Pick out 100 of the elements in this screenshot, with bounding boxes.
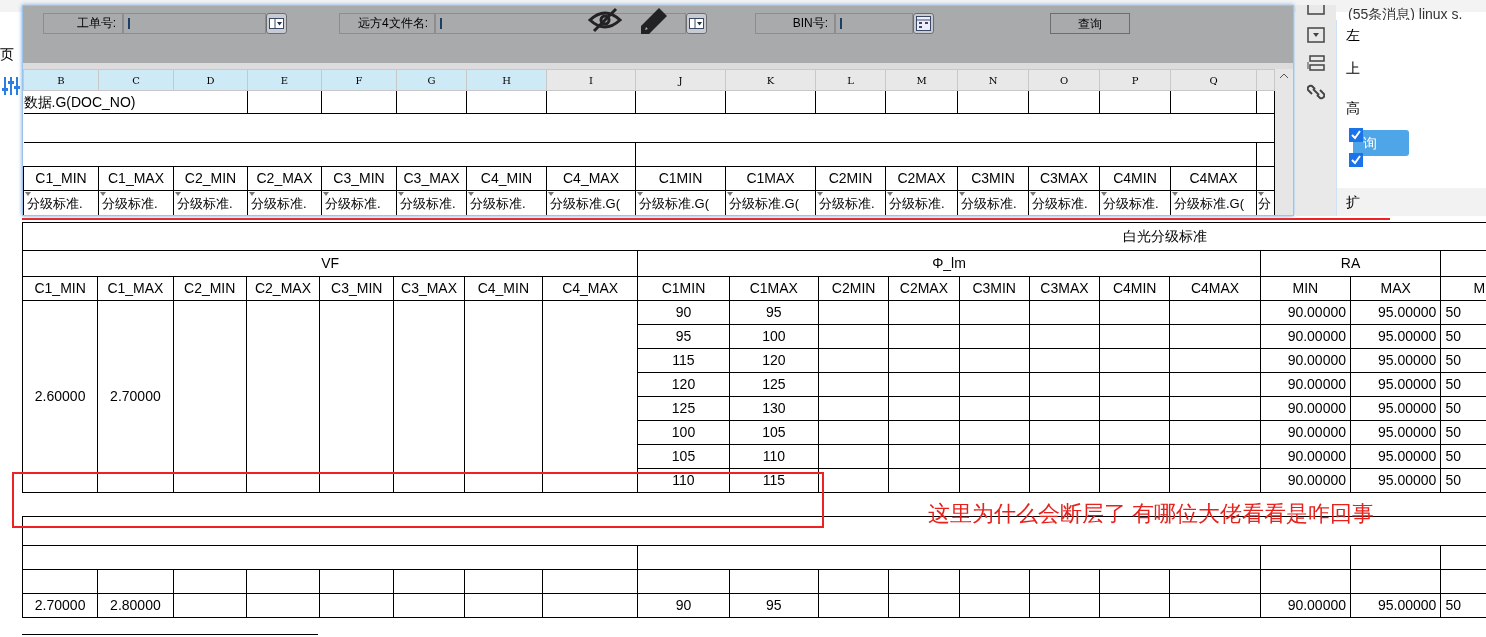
formula-text: 分级标准.G( [729, 195, 800, 211]
column-letter[interactable]: C [98, 69, 174, 91]
formula-text: 分级标准. [102, 195, 158, 211]
column-header: C2_MIN [173, 166, 248, 191]
column-header: C3MIN [957, 166, 1029, 191]
table-cell: 2.70000 [97, 300, 174, 493]
column-header: C1MIN [637, 276, 730, 301]
formula-text: 分级标准. [325, 195, 381, 211]
scrollbar[interactable] [1275, 69, 1293, 215]
column-header: C1_MAX [97, 276, 174, 301]
table-cell: 130 [729, 396, 819, 421]
table-cell: 95.00000 [1350, 444, 1441, 469]
formula-text: 分 [1258, 195, 1271, 211]
column-header: MIN [1260, 276, 1351, 301]
frame-icon[interactable] [1307, 5, 1325, 15]
query-button[interactable]: 查询 [1050, 13, 1130, 34]
column-header: C4_MIN [464, 276, 543, 301]
formula-text: 分级标准. [889, 195, 945, 211]
formula-text: 分级标准. [819, 195, 875, 211]
dropdown-button[interactable] [686, 13, 707, 34]
link-icon[interactable] [1307, 83, 1325, 101]
column-header: C4MAX [1169, 276, 1261, 301]
column-header: C2_MAX [247, 166, 322, 191]
column-letter[interactable]: Q [1170, 69, 1257, 91]
column-letter[interactable]: B [23, 69, 99, 91]
table-cell: 90.00000 [1260, 348, 1351, 373]
table-cell: 2.70000 [22, 593, 98, 618]
table-cell: 115 [637, 348, 730, 373]
layout-icon[interactable] [1307, 55, 1325, 71]
column-header: C1_MAX [98, 166, 174, 191]
sliders-icon[interactable] [2, 76, 20, 96]
pencil-icon[interactable] [639, 6, 669, 36]
table-cell: 2.80000 [97, 593, 174, 618]
formula-text: 分级标准. [1032, 195, 1088, 211]
column-header: C1_MIN [22, 276, 98, 301]
column-header: C3_MIN [319, 276, 394, 301]
column-header: C2MIN [818, 276, 889, 301]
table-cell: 90.00000 [1260, 468, 1351, 493]
table-cell: 95.00000 [1350, 348, 1441, 373]
table-cell: 95 [729, 300, 819, 325]
chevron-up-icon[interactable] [1279, 73, 1289, 79]
table-cell: 数据.G(DOC_NO) [23, 90, 248, 114]
column-letter[interactable]: H [466, 69, 547, 91]
nav-label: 页 [0, 45, 14, 64]
formula-text: 分级标准. [470, 195, 526, 211]
dropdown-button[interactable] [266, 13, 287, 34]
eye-slash-icon[interactable] [588, 7, 622, 33]
column-header: C4MIN [1099, 276, 1170, 301]
table-cell: 125 [637, 396, 730, 421]
column-letter[interactable]: G [396, 69, 467, 91]
column-letter[interactable]: F [321, 69, 397, 91]
calendar-button[interactable] [913, 13, 934, 34]
column-letter[interactable]: K [725, 69, 816, 91]
input-field[interactable] [123, 13, 266, 34]
formula-text: 分级标准. [961, 195, 1017, 211]
formula-text: 分级标准. [400, 195, 456, 211]
table-cell: 110 [637, 468, 730, 493]
column-letter[interactable]: N [957, 69, 1029, 91]
field-label: 远方4文件名: [339, 13, 435, 34]
column-header: C4MAX [1170, 166, 1257, 191]
table-cell: 120 [729, 348, 819, 373]
column-header: C3MIN [959, 276, 1030, 301]
column-letter[interactable]: L [815, 69, 886, 91]
field-label: BIN号: [755, 13, 835, 34]
column-letter[interactable]: P [1099, 69, 1171, 91]
report-title: 白光分级标准 [1122, 227, 1207, 246]
column-letter[interactable]: D [173, 69, 248, 91]
column-header: C3_MAX [396, 166, 467, 191]
table-cell: 90.00000 [1260, 300, 1351, 325]
checkbox[interactable] [1349, 153, 1363, 167]
table-cell: 2.60000 [22, 300, 98, 493]
table-cell: 90.00000 [1260, 372, 1351, 397]
column-letter[interactable]: I [546, 69, 636, 91]
column-header: C4_MIN [466, 166, 547, 191]
panel-label: 左 [1346, 26, 1360, 45]
panel-label: 上 [1346, 59, 1360, 78]
column-header: C2MAX [885, 166, 958, 191]
formula-text: 分级标准.G( [639, 195, 710, 211]
column-letter[interactable]: M [885, 69, 958, 91]
table-cell: 90.00000 [1260, 593, 1351, 618]
column-letter[interactable]: O [1028, 69, 1100, 91]
formula-text: 分级标准.G( [1174, 195, 1245, 211]
column-header: C4_MAX [542, 276, 638, 301]
column-letter[interactable]: J [635, 69, 726, 91]
table-cell: 95.00000 [1350, 324, 1441, 349]
table-cell: 95.00000 [1350, 396, 1441, 421]
table-cell: 90.00000 [1260, 396, 1351, 421]
column-header: C1_MIN [23, 166, 99, 191]
dropdown-icon[interactable] [1307, 27, 1325, 43]
input-field[interactable] [835, 13, 913, 34]
column-header: C1MAX [725, 166, 816, 191]
checkbox[interactable] [1349, 128, 1363, 142]
table-cell: 95 [729, 593, 819, 618]
formula-text: 分级标准. [251, 195, 307, 211]
formula-text: 分级标准. [1103, 195, 1159, 211]
column-header: C4_MAX [546, 166, 636, 191]
table-cell: 90.00000 [1260, 324, 1351, 349]
column-header: C3MAX [1029, 276, 1100, 301]
field-label: 工单号: [43, 13, 123, 34]
column-letter[interactable]: E [247, 69, 322, 91]
